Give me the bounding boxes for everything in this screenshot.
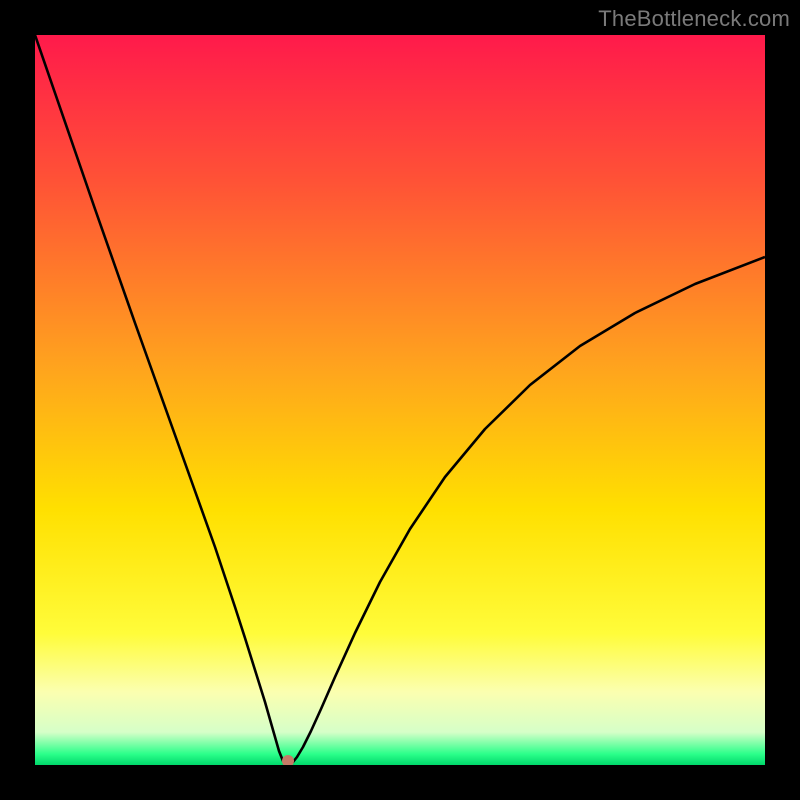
watermark-text: TheBottleneck.com <box>598 6 790 32</box>
bottleneck-chart <box>35 35 765 765</box>
gradient-background <box>35 35 765 765</box>
chart-frame: TheBottleneck.com <box>0 0 800 800</box>
plot-area <box>35 35 765 765</box>
